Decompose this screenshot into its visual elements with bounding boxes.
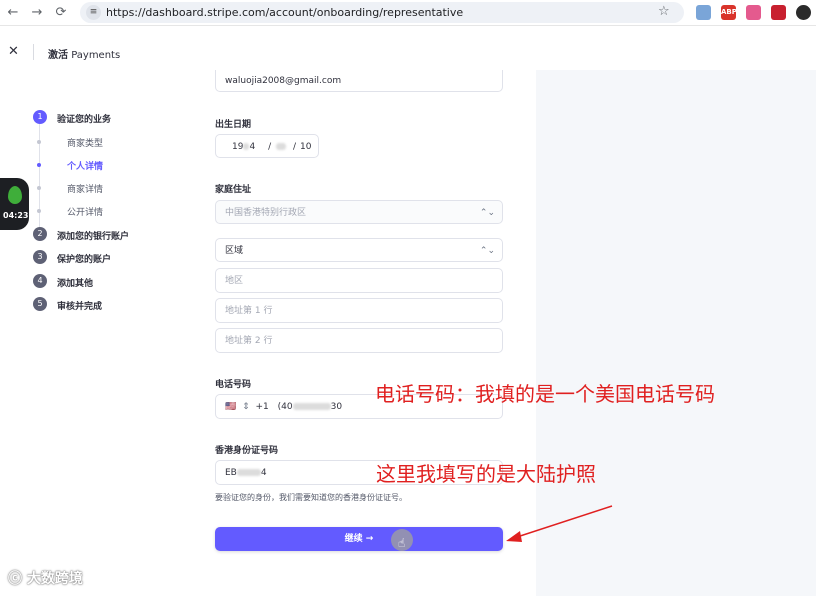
adblock-extension-icon[interactable]: ABP	[721, 5, 737, 20]
redacted-phone	[292, 403, 331, 410]
region-select[interactable]: 区域 ⌃⌄	[215, 238, 503, 262]
dob-separator: /	[268, 142, 272, 152]
profile-extension-icon[interactable]	[796, 5, 811, 20]
hkid-start: EB	[225, 468, 237, 478]
watermark: ⓒ 大数跨境	[8, 568, 83, 588]
substep-public-details[interactable]: 公开详情	[67, 205, 103, 218]
header-divider	[33, 44, 34, 60]
address-label: 家庭住址	[215, 185, 252, 195]
substep-dot	[37, 140, 41, 144]
chevron-updown-icon: ⌃⌄	[479, 246, 495, 256]
us-flag-icon[interactable]: 🇺🇸	[225, 402, 236, 412]
step-5-badge: 5	[33, 297, 47, 311]
timer-text: 04:23	[3, 211, 29, 220]
hkid-end: 4	[260, 468, 267, 478]
email-field[interactable]: waluojia2008@gmail.com	[215, 70, 503, 92]
substep-dot-active	[37, 163, 41, 167]
phone-label: 电话号码	[215, 380, 252, 390]
phone-number-start: (40	[277, 402, 293, 412]
step-4-badge: 4	[33, 274, 47, 288]
step-2-badge: 2	[33, 227, 47, 241]
watermark-text: 大数跨境	[26, 571, 83, 587]
arrow-shaft	[513, 505, 613, 539]
bookmark-star-icon[interactable]: ☆	[658, 4, 670, 19]
phone-country-code: +1	[255, 402, 269, 412]
step-2-label[interactable]: 添加您的银行账户	[57, 229, 129, 242]
address-line1-input[interactable]: 地址第 1 行	[215, 298, 503, 323]
substep-dot	[37, 186, 41, 190]
dob-field[interactable]: 19 4 / /10	[215, 134, 319, 158]
title-prefix: 激活	[48, 50, 68, 61]
title-name: Payments	[71, 50, 121, 61]
step-5-label[interactable]: 审核并完成	[57, 299, 102, 312]
timer-widget[interactable]: 04:23	[0, 178, 29, 230]
country-select[interactable]: 中国香港特别行政区 ⌃⌄	[215, 200, 503, 224]
address-bar[interactable]: ≡ https://dashboard.stripe.com/account/o…	[80, 2, 684, 23]
step-1-badge: 1	[33, 110, 47, 124]
substep-business-details[interactable]: 商家详情	[67, 182, 103, 195]
hkid-helper-text: 要验证您的身份，我们需要知道您的香港身份证证号。	[215, 493, 407, 502]
page-title: 激活 Payments	[48, 46, 120, 61]
drop-icon	[8, 186, 22, 204]
arrow-head	[506, 531, 522, 542]
chevron-updown-icon[interactable]: ⇕	[239, 402, 253, 412]
step-4-label[interactable]: 添加其他	[57, 276, 93, 289]
chevron-updown-icon: ⌃⌄	[479, 208, 495, 218]
red-extension-icon[interactable]	[771, 5, 786, 20]
annotation-arrow	[506, 505, 613, 542]
browser-toolbar: ← → ⟳ ≡ https://dashboard.stripe.com/acc…	[0, 0, 816, 26]
reload-icon[interactable]: ⟳	[52, 4, 70, 22]
redacted-month	[276, 143, 287, 150]
step-3-label[interactable]: 保护您的账户	[57, 252, 111, 265]
dob-year-tail: 4	[249, 142, 256, 152]
forward-icon[interactable]: →	[28, 4, 46, 22]
address-line2-input[interactable]: 地址第 2 行	[215, 328, 503, 353]
continue-button[interactable]: 继续 →	[215, 527, 503, 551]
id-annotation: 这里我填写的是大陆护照	[376, 462, 596, 486]
region-value: 区域	[225, 246, 244, 256]
redacted-id	[236, 469, 261, 476]
country-placeholder: 中国香港特别行政区	[225, 208, 307, 218]
watermark-logo-icon: ⓒ	[8, 571, 22, 587]
dob-label: 出生日期	[215, 120, 252, 130]
dob-day: 10	[300, 142, 312, 152]
puzzle-extension-icon[interactable]	[746, 5, 761, 20]
site-settings-icon[interactable]: ≡	[86, 5, 101, 20]
phone-number-end: 30	[330, 402, 343, 412]
dob-year: 19	[232, 142, 244, 152]
substep-business-type[interactable]: 商家类型	[67, 136, 103, 149]
hand-cursor-icon: ☝	[398, 536, 406, 550]
image-extension-icon[interactable]	[696, 5, 711, 20]
back-icon[interactable]: ←	[4, 4, 22, 22]
phone-annotation: 电话号码：我填的是一个美国电话号码	[375, 382, 715, 406]
substep-personal-details[interactable]: 个人详情	[67, 159, 103, 172]
url-text[interactable]: https://dashboard.stripe.com/account/onb…	[106, 5, 463, 20]
district-input[interactable]: 地区	[215, 268, 503, 293]
substep-dot	[37, 209, 41, 213]
step-3-badge: 3	[33, 250, 47, 264]
dob-separator: /	[292, 142, 297, 152]
close-icon[interactable]: ✕	[8, 44, 19, 59]
step-1-label[interactable]: 验证您的业务	[57, 112, 111, 125]
hkid-label: 香港身份证号码	[215, 446, 279, 456]
